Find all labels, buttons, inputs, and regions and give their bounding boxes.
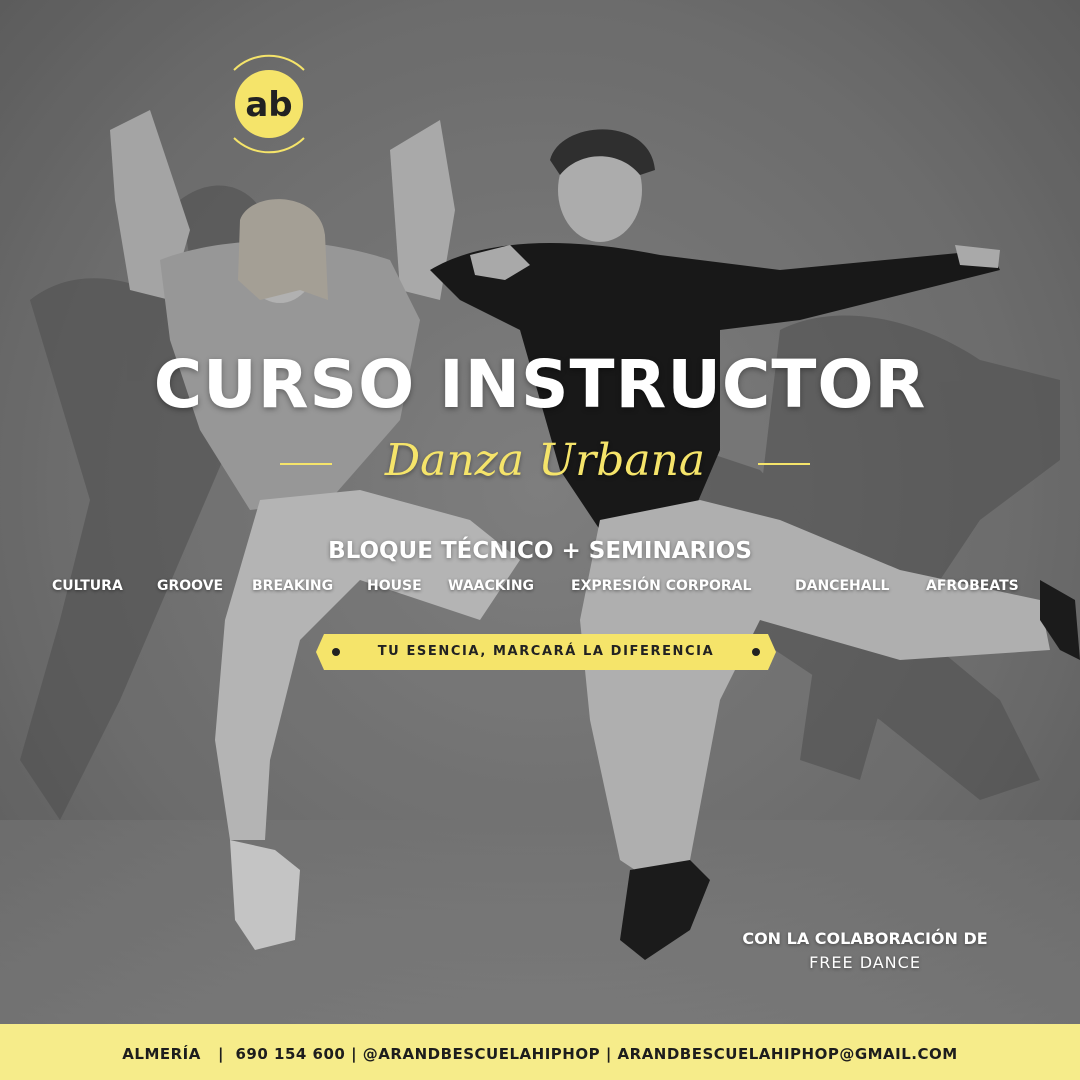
page-title: CURSO INSTRUCTOR [153, 346, 927, 423]
subtitle-divider-right [758, 463, 810, 465]
flyer: ab CURSO INSTRUCTOR Danza Urbana BLOQUE … [0, 0, 1080, 1080]
topic-item: GROOVE [157, 578, 224, 594]
subtitle-row: Danza Urbana [0, 418, 1080, 498]
footer-instagram[interactable]: @ARANDBESCUELAHIPHOP [363, 1045, 600, 1063]
tagline-text: TU ESENCIA, MARCARÁ LA DIFERENCIA [377, 644, 715, 659]
subtitle: Danza Urbana [384, 435, 706, 486]
block-title: BLOQUE TÉCNICO + SEMINARIOS [328, 538, 752, 564]
footer-email[interactable]: ARANDBESCUELAHIPHOP@GMAIL.COM [618, 1045, 958, 1063]
collaboration-note: CON LA COLABORACIÓN DE FREE DANCE [700, 926, 1030, 974]
contact-footer: ALMERÍA | 690 154 600 | @ARANDBESCUELAHI… [0, 1024, 1080, 1080]
footer-phone[interactable]: 690 154 600 [235, 1045, 345, 1063]
tagline-banner: TU ESENCIA, MARCARÁ LA DIFERENCIA [316, 634, 776, 670]
subtitle-divider-left [280, 463, 332, 465]
topic-item: EXPRESIÓN CORPORAL [571, 578, 752, 594]
topic-item: AFROBEATS [926, 578, 1019, 594]
topic-item: BREAKING [252, 578, 334, 594]
ab-logo-icon: ab [218, 50, 320, 158]
topic-item: HOUSE [367, 578, 422, 594]
topics-list: CULTURA GROOVE BREAKING HOUSE WAACKING E… [0, 574, 1080, 600]
collaboration-label: CON LA COLABORACIÓN DE [742, 929, 988, 948]
footer-city: ALMERÍA [122, 1045, 201, 1063]
topic-item: CULTURA [52, 578, 123, 594]
bullet-dot-icon [752, 648, 760, 656]
topic-item: WAACKING [448, 578, 535, 594]
bullet-dot-icon [332, 648, 340, 656]
svg-text:ab: ab [245, 85, 292, 125]
contact-info: ALMERÍA | 690 154 600 | @ARANDBESCUELAHI… [122, 1045, 958, 1063]
topic-item: DANCEHALL [795, 578, 890, 594]
collaborator-name: FREE DANCE [809, 953, 921, 972]
